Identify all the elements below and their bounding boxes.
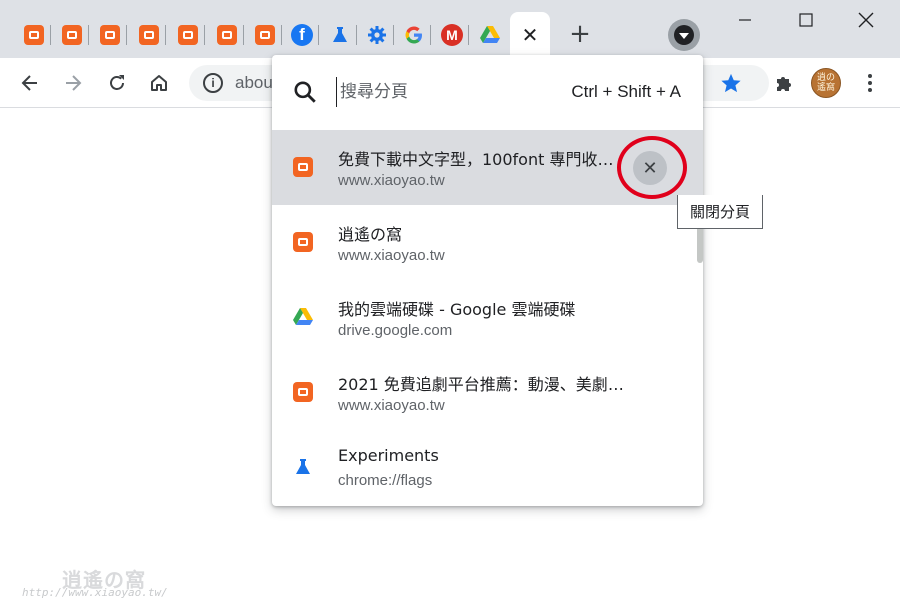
highlight-circle [617, 136, 687, 199]
tab-search-popup: Ctrl + Shift + A 免費下載中文字型，100font 專門收集免費… [272, 55, 703, 506]
tab-search-bar: Ctrl + Shift + A [272, 55, 703, 129]
minimize-button[interactable] [727, 6, 763, 34]
list-item[interactable]: 2021 免費追劇平台推薦：動漫、美劇、韓劇線上看 www.xiaoyao.tw [272, 355, 703, 430]
forward-button[interactable] [57, 67, 89, 99]
tab-blogger-4[interactable] [132, 14, 166, 56]
more-vertical-icon [868, 74, 872, 92]
tab-search-button[interactable] [668, 19, 700, 51]
search-icon [294, 81, 316, 103]
list-item-title: 免費下載中文字型，100font 專門收集免費可商用中文字型 [338, 150, 628, 169]
list-item[interactable]: 我的雲端硬碟 - Google 雲端硬碟 drive.google.com [272, 280, 703, 355]
tab-blogger-5[interactable] [171, 14, 205, 56]
list-item-url: www.xiaoyao.tw [338, 397, 445, 414]
tab-experiments[interactable] [323, 14, 357, 56]
tab-google-drive[interactable] [473, 14, 507, 56]
google-drive-icon [293, 308, 313, 325]
maximize-button[interactable] [788, 6, 824, 34]
tab-blogger-6[interactable] [210, 14, 244, 56]
list-item[interactable]: 逍遙の窩 www.xiaoyao.tw [272, 205, 703, 280]
puzzle-icon [777, 77, 791, 91]
list-item[interactable]: Experiments chrome://flags [272, 430, 703, 505]
close-window-button[interactable] [848, 6, 884, 34]
tab-settings[interactable] [360, 14, 394, 56]
blogger-icon [62, 25, 82, 45]
tab-blogger-3[interactable] [93, 14, 127, 56]
minimize-icon [739, 19, 751, 21]
watermark: 逍遙の窩 http://www.xiaoyao.tw/ [22, 564, 187, 602]
list-item-title: 我的雲端硬碟 - Google 雲端硬碟 [338, 300, 576, 319]
address-text[interactable]: abou [235, 73, 273, 93]
star-icon [721, 73, 741, 93]
list-item-url: www.xiaoyao.tw [338, 172, 445, 189]
list-item-title: Experiments [338, 446, 439, 465]
tab-blogger-1[interactable] [17, 14, 51, 56]
close-icon [858, 12, 874, 28]
back-button[interactable] [14, 67, 46, 99]
blogger-icon [293, 232, 313, 252]
tab-gmail[interactable]: M [435, 14, 469, 56]
list-item-url: drive.google.com [338, 322, 453, 339]
flask-icon [296, 459, 310, 474]
home-button[interactable] [143, 67, 175, 99]
blogger-icon [178, 25, 198, 45]
tab-strip: f M ✕ + [0, 0, 900, 58]
info-icon[interactable]: i [203, 73, 223, 93]
arrow-left-icon [21, 75, 37, 91]
google-icon [405, 26, 422, 44]
reload-button[interactable] [101, 67, 133, 99]
blogger-icon [217, 25, 237, 45]
flask-icon [333, 27, 347, 42]
arrow-right-icon [66, 75, 82, 91]
home-icon [151, 75, 167, 91]
google-drive-icon [480, 26, 500, 43]
tab-close-icon[interactable]: ✕ [522, 25, 539, 45]
gear-icon [368, 26, 386, 44]
blogger-icon [139, 25, 159, 45]
list-item-url: www.xiaoyao.tw [338, 247, 445, 264]
tab-search-input[interactable] [336, 77, 586, 107]
tab-google[interactable] [397, 14, 431, 56]
maximize-icon [799, 13, 813, 27]
blogger-icon [100, 25, 120, 45]
blogger-icon [255, 25, 275, 45]
list-item-title: 2021 免費追劇平台推薦：動漫、美劇、韓劇線上看 [338, 375, 628, 394]
blogger-icon [293, 157, 313, 177]
list-item-url: chrome://flags [338, 472, 433, 489]
tab-active[interactable]: ✕ [510, 12, 550, 58]
menu-button[interactable] [854, 67, 886, 99]
avatar[interactable]: 逍の遙窩 [811, 68, 841, 98]
tab-blogger-7[interactable] [248, 14, 282, 56]
gmail-icon: M [441, 24, 463, 46]
list-item-title: 逍遙の窩 [338, 225, 403, 244]
blogger-icon [24, 25, 44, 45]
blogger-icon [293, 382, 313, 402]
new-tab-button[interactable]: + [565, 19, 595, 49]
watermark-url: http://www.xiaoyao.tw/ [22, 586, 168, 599]
bookmark-star-button[interactable] [716, 67, 746, 99]
tooltip: 關閉分頁 [677, 195, 763, 229]
extensions-button[interactable] [768, 67, 800, 99]
facebook-icon: f [291, 24, 313, 46]
reload-icon [110, 75, 124, 90]
tab-facebook[interactable]: f [285, 14, 319, 56]
keyboard-shortcut: Ctrl + Shift + A [571, 82, 681, 101]
tab-blogger-2[interactable] [55, 14, 89, 56]
chevron-down-icon [674, 25, 694, 45]
